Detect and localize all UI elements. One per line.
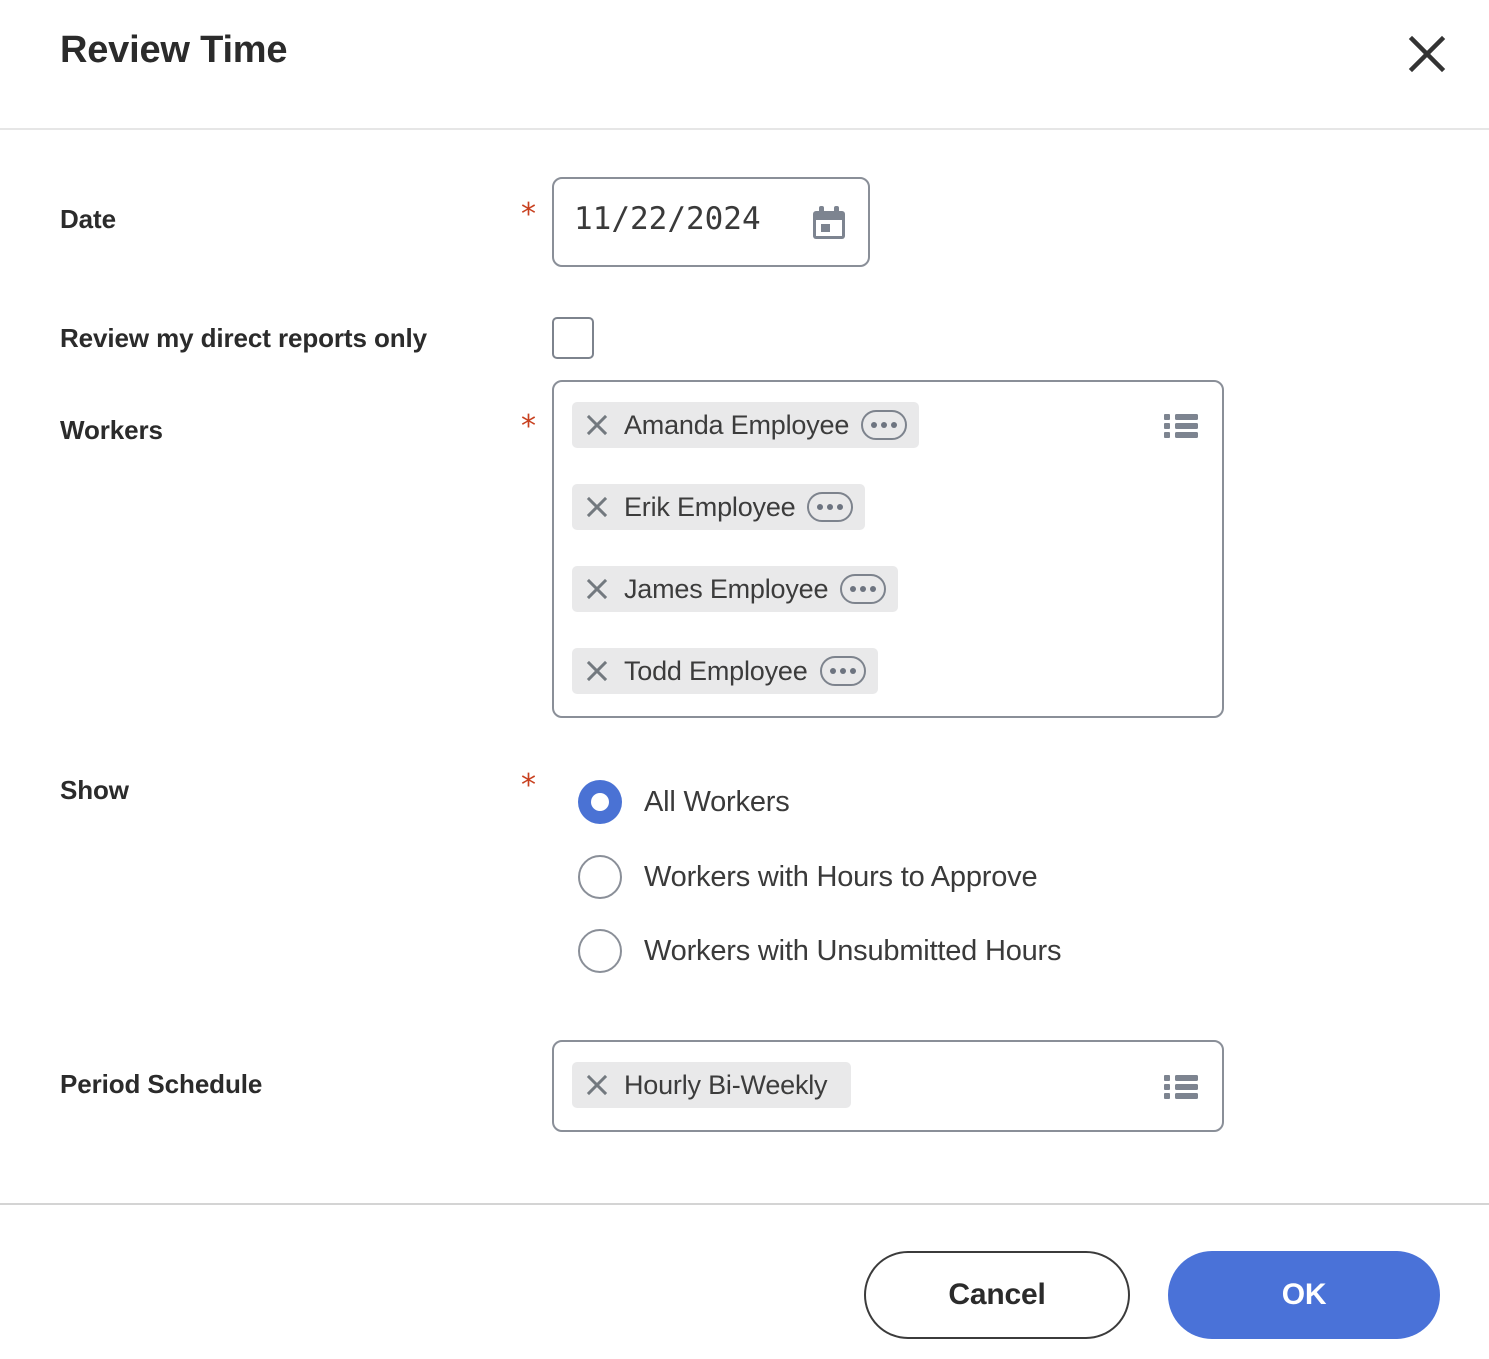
radio-all-workers[interactable]: All Workers	[578, 780, 790, 824]
ellipsis-icon[interactable]	[807, 492, 854, 522]
period-schedule-label: Period Schedule	[60, 1069, 263, 1099]
workers-required-marker: *	[521, 409, 536, 444]
dialog-footer: Cancel OK	[0, 1203, 1489, 1359]
workers-chip[interactable]: Todd Employee	[572, 648, 878, 694]
workers-chip-label: Amanda Employee	[624, 409, 850, 440]
workers-chip[interactable]: Erik Employee	[572, 484, 866, 530]
calendar-icon[interactable]	[810, 205, 848, 243]
ellipsis-icon[interactable]	[861, 410, 908, 440]
cancel-button[interactable]: Cancel	[864, 1251, 1130, 1339]
direct-reports-label: Review my direct reports only	[60, 323, 428, 353]
workers-chip[interactable]: James Employee	[572, 566, 899, 612]
radio-label: Workers with Hours to Approve	[644, 860, 1038, 893]
radio-workers-unsubmitted-hours[interactable]: Workers with Unsubmitted Hours	[578, 929, 1062, 973]
close-button[interactable]	[1399, 26, 1455, 82]
dialog-header: Review Time	[0, 0, 1489, 130]
workers-multiselect[interactable]: Amanda Employee Erik Employee James Empl…	[552, 380, 1224, 718]
close-icon[interactable]	[582, 656, 612, 686]
workers-chip-label: Todd Employee	[624, 655, 808, 686]
workers-chip-label: James Employee	[624, 573, 829, 604]
radio-workers-hours-to-approve[interactable]: Workers with Hours to Approve	[578, 855, 1038, 899]
list-view-icon[interactable]	[1164, 1074, 1198, 1100]
close-icon[interactable]	[582, 492, 612, 522]
radio-label: All Workers	[644, 785, 790, 818]
workers-chip-label: Erik Employee	[624, 491, 796, 522]
period-schedule-multiselect[interactable]: Hourly Bi-Weekly	[552, 1040, 1224, 1132]
date-label: Date	[60, 204, 116, 234]
ellipsis-icon[interactable]	[840, 574, 887, 604]
show-required-marker: *	[521, 768, 536, 803]
radio-indicator[interactable]	[578, 929, 622, 973]
period-schedule-chip[interactable]: Hourly Bi-Weekly	[572, 1062, 852, 1108]
page-title: Review Time	[60, 29, 288, 71]
close-icon[interactable]	[582, 574, 612, 604]
date-required-marker: *	[521, 197, 536, 232]
ok-button[interactable]: OK	[1168, 1251, 1440, 1339]
dialog-body: Date * 11/22/2024 Review my direct repor…	[0, 130, 1489, 1203]
close-icon[interactable]	[582, 410, 612, 440]
period-schedule-chip-label: Hourly Bi-Weekly	[624, 1069, 828, 1100]
radio-indicator[interactable]	[578, 855, 622, 899]
ellipsis-icon[interactable]	[819, 656, 866, 686]
list-view-icon[interactable]	[1164, 413, 1198, 439]
workers-chip[interactable]: Amanda Employee	[572, 402, 920, 448]
close-icon	[1407, 34, 1447, 74]
direct-reports-checkbox[interactable]	[552, 317, 594, 359]
close-icon[interactable]	[582, 1070, 612, 1100]
radio-indicator[interactable]	[578, 780, 622, 824]
radio-label: Workers with Unsubmitted Hours	[644, 934, 1062, 967]
date-field[interactable]: 11/22/2024	[552, 177, 870, 267]
date-input-value[interactable]: 11/22/2024	[574, 201, 761, 237]
show-label: Show	[60, 775, 129, 805]
workers-label: Workers	[60, 415, 163, 445]
